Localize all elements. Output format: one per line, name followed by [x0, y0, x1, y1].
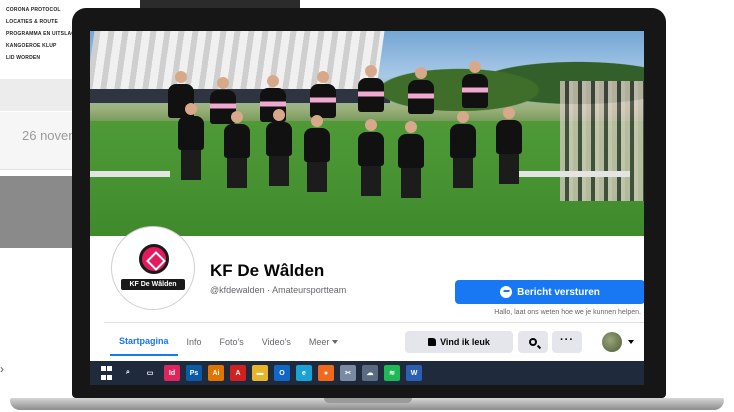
word-icon[interactable]: W [406, 365, 422, 381]
search-icon [529, 338, 537, 346]
send-message-label: Bericht versturen [517, 286, 600, 298]
divider [104, 322, 644, 323]
firefox-icon[interactable]: ● [318, 365, 334, 381]
laptop-notch [324, 398, 412, 403]
cloud-icon[interactable]: ☁ [362, 365, 378, 381]
team-member [304, 115, 330, 192]
acrobat-icon[interactable]: A [230, 365, 246, 381]
laptop-reflection [140, 0, 300, 8]
more-options-button[interactable]: ··· [552, 331, 582, 353]
windows-start-icon[interactable] [98, 365, 114, 381]
thumbs-up-icon [428, 338, 437, 346]
stadium-band [90, 89, 390, 103]
website-news-card: 26 novem [0, 112, 80, 170]
search-button[interactable] [518, 331, 548, 353]
website-bar [0, 79, 80, 111]
korfball-logo-icon [139, 244, 169, 274]
team-member [398, 121, 424, 198]
page-title[interactable]: KF De Wâlden [210, 261, 324, 281]
website-menu-item[interactable]: KANGOEROE KLUP [6, 40, 75, 52]
website-news-date: 26 novem [22, 128, 80, 143]
tab-meer[interactable]: Meer [300, 330, 348, 356]
tab-videos[interactable]: Video's [253, 330, 300, 356]
search-icon[interactable]: ⌕ [120, 365, 136, 381]
team-member [266, 109, 292, 186]
website-menu: CORONA PROTOCOL LOCATIES & ROUTE PROGRAM… [6, 4, 75, 64]
chevron-down-icon[interactable] [628, 340, 634, 344]
team-member [224, 111, 250, 188]
send-message-button[interactable]: Bericht versturen [455, 280, 644, 304]
logo-text: KF De Wâlden [121, 279, 185, 290]
cover-photo[interactable] [90, 31, 644, 236]
task-view-icon[interactable]: ▭ [142, 365, 158, 381]
edge-icon[interactable]: e [296, 365, 312, 381]
like-label: Vind ik leuk [440, 337, 490, 347]
tab-fotos[interactable]: Foto's [211, 330, 253, 356]
indesign-icon[interactable]: Id [164, 365, 180, 381]
like-page-button[interactable]: Vind ik leuk [405, 331, 513, 353]
website-menu-item[interactable]: PROGRAMMA EN UITSLAG [6, 28, 75, 40]
spectators [560, 81, 644, 201]
chevron-down-icon [332, 340, 339, 344]
team-member [496, 107, 522, 184]
page-profile-picture[interactable]: KF De Wâlden [112, 227, 194, 309]
website-menu-item[interactable]: LOCATIES & ROUTE [6, 16, 75, 28]
tab-info[interactable]: Info [178, 330, 211, 356]
team-member [408, 67, 434, 114]
file-explorer-icon[interactable]: ▬ [252, 365, 268, 381]
bench [90, 171, 170, 177]
snipping-icon[interactable]: ✂ [340, 365, 356, 381]
tab-startpagina[interactable]: Startpagina [110, 330, 178, 356]
more-dots-icon: ··· [560, 333, 574, 346]
account-avatar[interactable] [602, 332, 622, 352]
messenger-icon [500, 286, 513, 298]
team-member [450, 111, 476, 188]
stadium-roof [90, 31, 385, 95]
bench [510, 171, 630, 177]
chevron-right-icon: › [0, 362, 4, 376]
team-member [310, 71, 336, 118]
website-menu-item[interactable]: CORONA PROTOCOL [6, 4, 75, 16]
website-menu-item[interactable]: LID WORDEN [6, 52, 75, 64]
page-tabs: Startpagina Info Foto's Video's Meer [110, 330, 347, 356]
website-grey-block [0, 176, 80, 248]
spotify-icon[interactable]: ≋ [384, 365, 400, 381]
windows-taskbar: ⌕ ▭ Id Ps Ai A ▬ Oe ● ✂ ☁ ≋ W [90, 361, 644, 385]
photoshop-icon[interactable]: Ps [186, 365, 202, 381]
laptop-screen: KF De Wâlden KF De Wâlden @kfdewalden · … [90, 31, 644, 385]
team-member [358, 119, 384, 196]
team-member [462, 61, 488, 108]
team-member [178, 103, 204, 180]
outlook-icon[interactable]: O [274, 365, 290, 381]
team-member [358, 65, 384, 112]
stage: CORONA PROTOCOL LOCATIES & ROUTE PROGRAM… [0, 0, 734, 412]
message-help-text: Hallo, laat ons weten hoe we je kunnen h… [494, 309, 641, 316]
page-handle-category: @kfdewalden · Amateursportteam [210, 285, 347, 295]
illustrator-icon[interactable]: Ai [208, 365, 224, 381]
